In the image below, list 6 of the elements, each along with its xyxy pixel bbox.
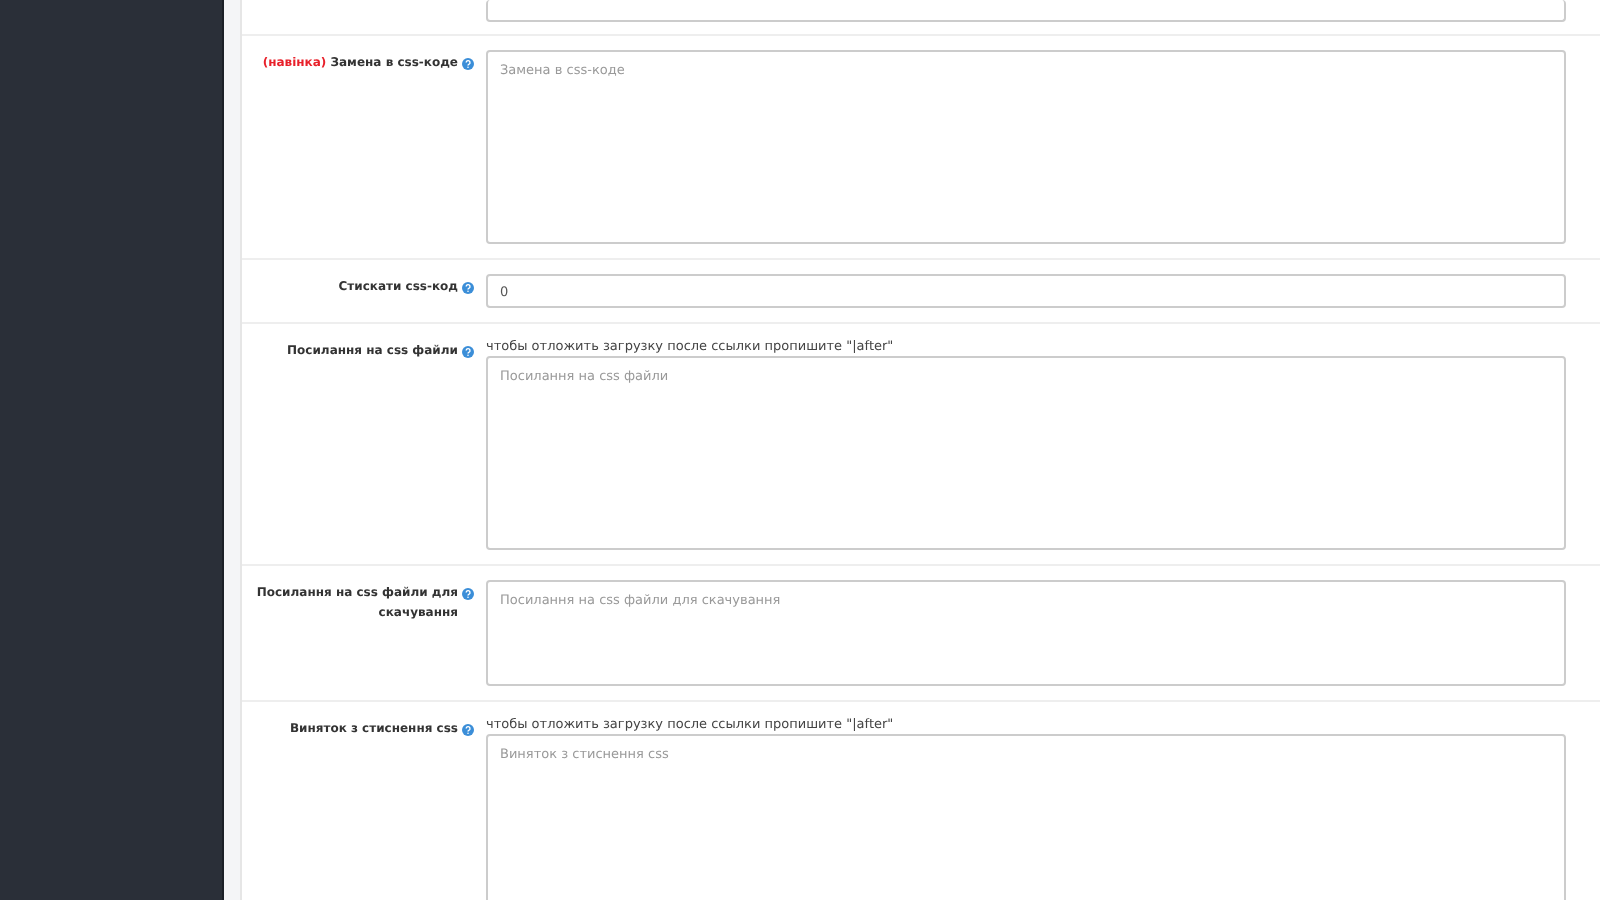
help-icon[interactable] — [462, 724, 474, 736]
help-icon[interactable] — [462, 588, 474, 600]
help-icon[interactable] — [462, 58, 474, 70]
input-field[interactable] — [486, 0, 1566, 22]
help-icon[interactable] — [462, 282, 474, 294]
help-icon[interactable] — [462, 346, 474, 358]
